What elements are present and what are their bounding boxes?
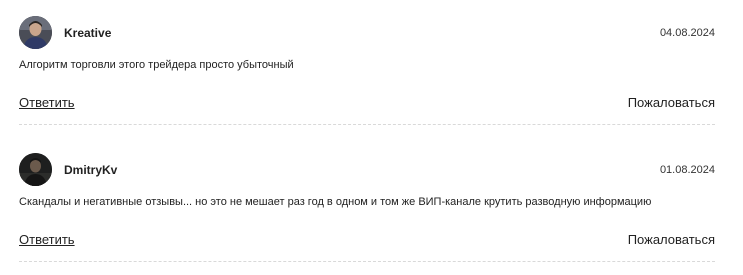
comment-item: Kreative 04.08.2024 Алгоритм торговли эт… <box>0 0 743 137</box>
divider <box>19 124 715 125</box>
comment-text: Скандалы и негативные отзывы... но это н… <box>19 196 652 208</box>
report-link[interactable]: Пожаловаться <box>628 232 715 247</box>
report-link[interactable]: Пожаловаться <box>628 95 715 110</box>
author-name: DmitryKv <box>64 163 118 177</box>
comment-date: 01.08.2024 <box>659 164 715 176</box>
author-name: Kreative <box>64 26 112 40</box>
user-photo-avatar-icon <box>19 16 52 49</box>
avatar[interactable] <box>19 153 52 186</box>
reply-link[interactable]: Ответить <box>19 232 75 247</box>
comment-item: DmitryKv 01.08.2024 Скандалы и негативны… <box>0 137 743 274</box>
comments-list: Kreative 04.08.2024 Алгоритм торговли эт… <box>0 0 743 275</box>
reply-link[interactable]: Ответить <box>19 95 75 110</box>
divider <box>19 261 715 262</box>
avatar[interactable] <box>19 16 52 49</box>
comment-date: 04.08.2024 <box>659 27 715 39</box>
comment-text: Алгоритм торговли этого трейдера просто … <box>19 59 294 71</box>
user-photo-avatar-icon <box>19 153 52 186</box>
